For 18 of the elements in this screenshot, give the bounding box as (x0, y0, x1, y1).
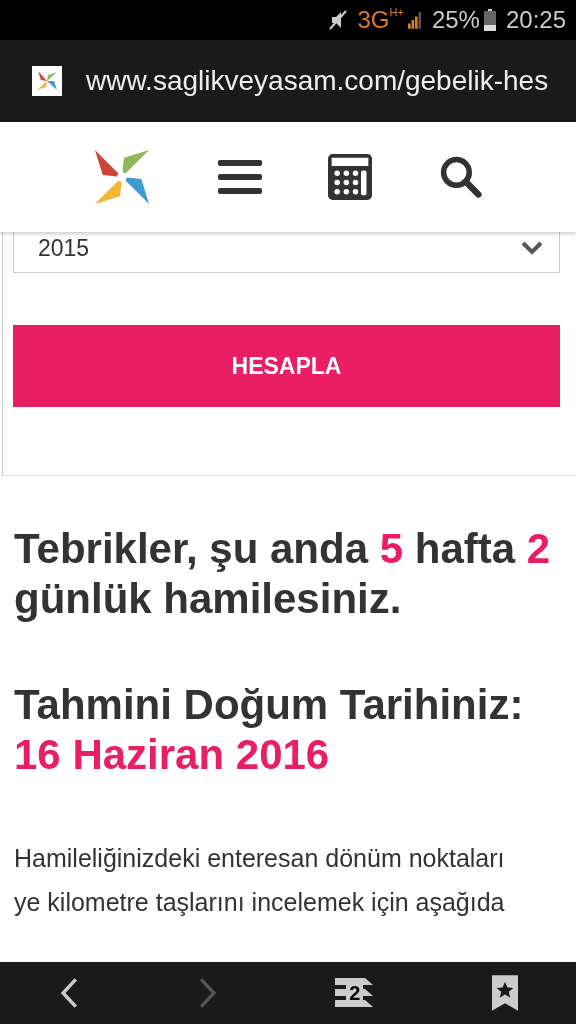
clock: 20:25 (505, 6, 566, 34)
calculate-button[interactable]: HESAPLA (13, 325, 560, 407)
result-heading: Tebrikler, şu anda 5 hafta 2 günlük hamilesiniz. (14, 524, 552, 624)
battery-icon (483, 9, 496, 31)
mute-icon (327, 9, 348, 31)
pinwheel-logo-icon[interactable] (93, 148, 152, 206)
battery-percent: 25% (431, 6, 480, 34)
year-select[interactable]: 2015 (13, 232, 560, 273)
paragraph: Hamileliğinizdeki enteresan dönüm noktaları ye kilometre taşlarını incelemek için aşağıda (14, 843, 506, 918)
signal-icon (407, 10, 422, 30)
network-type: 3G (357, 6, 390, 34)
pinwheel-icon (32, 66, 62, 96)
chevron-down-icon (521, 241, 543, 255)
calculator-icon[interactable] (328, 153, 373, 201)
url-text[interactable]: www.saglikveyasam.com/gebelik-hes (86, 65, 549, 97)
network-suffix-label: H+ (389, 6, 404, 18)
result-heading: Tahmini Doğum Tarihiniz: 16 Haziran 2016 (14, 680, 525, 780)
bookmark-icon[interactable] (491, 975, 518, 1011)
